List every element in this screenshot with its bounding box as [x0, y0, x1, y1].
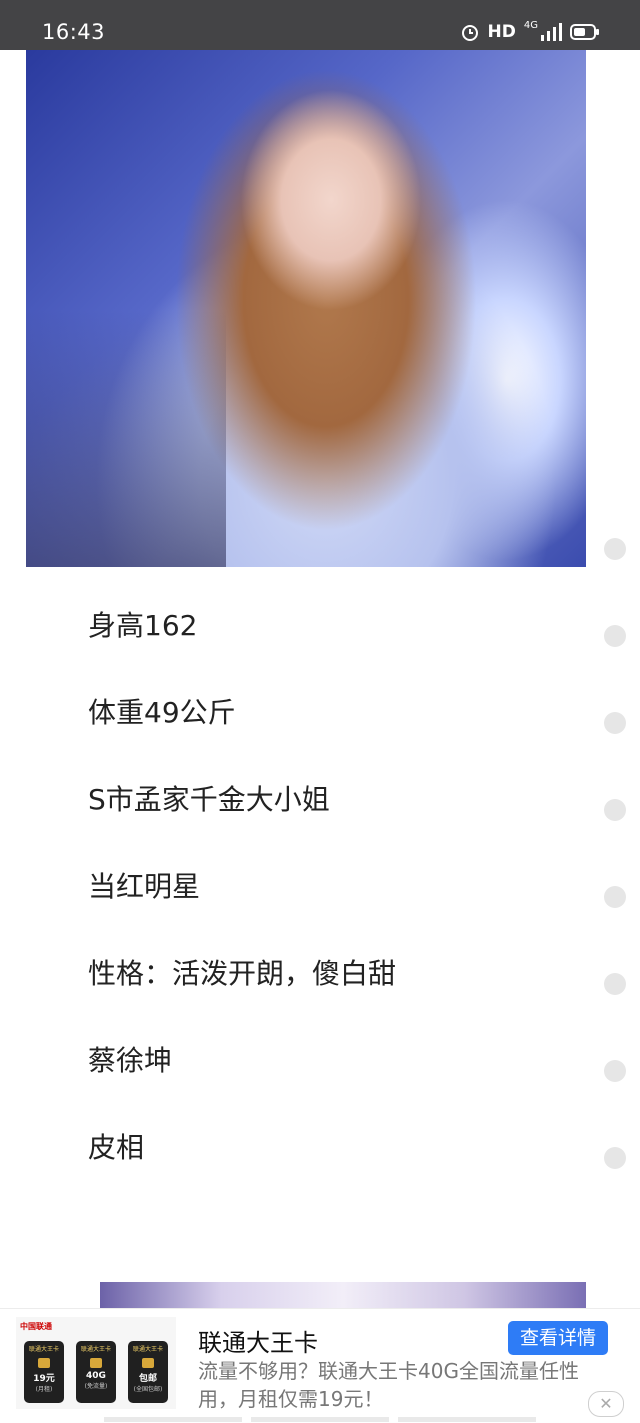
sim-card: 联通大王卡 40G (免流量): [76, 1341, 116, 1403]
status-icons: HD 4G: [460, 18, 600, 46]
ad-thumbnail[interactable]: 中国联通 联通大王卡 19元 (月租) 联通大王卡 40G (免流量) 联通大王…: [16, 1317, 176, 1409]
signal-icon: [541, 23, 562, 41]
sim-card-sub: (免流量): [84, 1383, 108, 1390]
close-icon[interactable]: ✕: [588, 1391, 624, 1417]
sim-card-value: 19元: [33, 1374, 55, 1384]
alarm-icon: [461, 25, 478, 41]
article-line-appearance: 皮相: [88, 1131, 145, 1164]
ad-logo: 中国联通: [20, 1322, 52, 1331]
battery-icon: [570, 24, 599, 40]
view-details-button[interactable]: 查看详情: [508, 1321, 608, 1355]
paragraph-dot[interactable]: [604, 1147, 626, 1169]
sim-card-title: 联通大王卡: [28, 1346, 59, 1353]
sim-card-title: 联通大王卡: [80, 1346, 111, 1353]
ad-description[interactable]: 流量不够用？联通大王卡40G全国流量任性用，月租仅需19元！: [198, 1357, 612, 1413]
paragraph-dot[interactable]: [604, 886, 626, 908]
sim-card-value: 包邮: [138, 1374, 157, 1384]
article-line-identity: S市孟家千金大小姐: [88, 783, 330, 816]
sim-chip-icon: [90, 1358, 102, 1368]
article-line-name: 蔡徐坤: [88, 1044, 173, 1077]
paragraph-dot[interactable]: [604, 1060, 626, 1082]
sim-card-value: 40G: [86, 1371, 106, 1381]
photo-shadow: [26, 310, 226, 567]
ad-banner[interactable]: 中国联通 联通大王卡 19元 (月租) 联通大王卡 40G (免流量) 联通大王…: [0, 1308, 640, 1423]
paragraph-dot[interactable]: [604, 625, 626, 647]
network-type: 4G: [523, 19, 538, 31]
status-bar: 16:43 HD 4G: [0, 0, 640, 50]
article-line-height: 身高162: [88, 609, 198, 642]
sim-chip-icon: [142, 1358, 154, 1368]
sim-card-sub: (月租): [35, 1386, 53, 1393]
article-line-career: 当红明星: [88, 870, 201, 903]
article-line-weight: 体重49公斤: [88, 696, 236, 729]
paragraph-dot[interactable]: [604, 973, 626, 995]
ad-title[interactable]: 联通大王卡: [198, 1323, 318, 1358]
sim-card-title: 联通大王卡: [132, 1346, 163, 1353]
article-line-personality: 性格：活泼开朗，傻白甜: [88, 957, 397, 990]
status-time: 16:43: [42, 20, 106, 44]
sim-card-sub: (全国包邮): [133, 1386, 163, 1393]
sim-chip-icon: [38, 1358, 50, 1368]
sim-card: 联通大王卡 包邮 (全国包邮): [128, 1341, 168, 1403]
bottom-scroll-hint: [104, 1417, 536, 1422]
sim-card: 联通大王卡 19元 (月租): [24, 1341, 64, 1403]
paragraph-dot[interactable]: [604, 538, 626, 560]
paragraph-dot[interactable]: [604, 799, 626, 821]
paragraph-dot[interactable]: [604, 712, 626, 734]
article-photo[interactable]: [26, 50, 586, 567]
hd-indicator: HD: [487, 22, 516, 42]
